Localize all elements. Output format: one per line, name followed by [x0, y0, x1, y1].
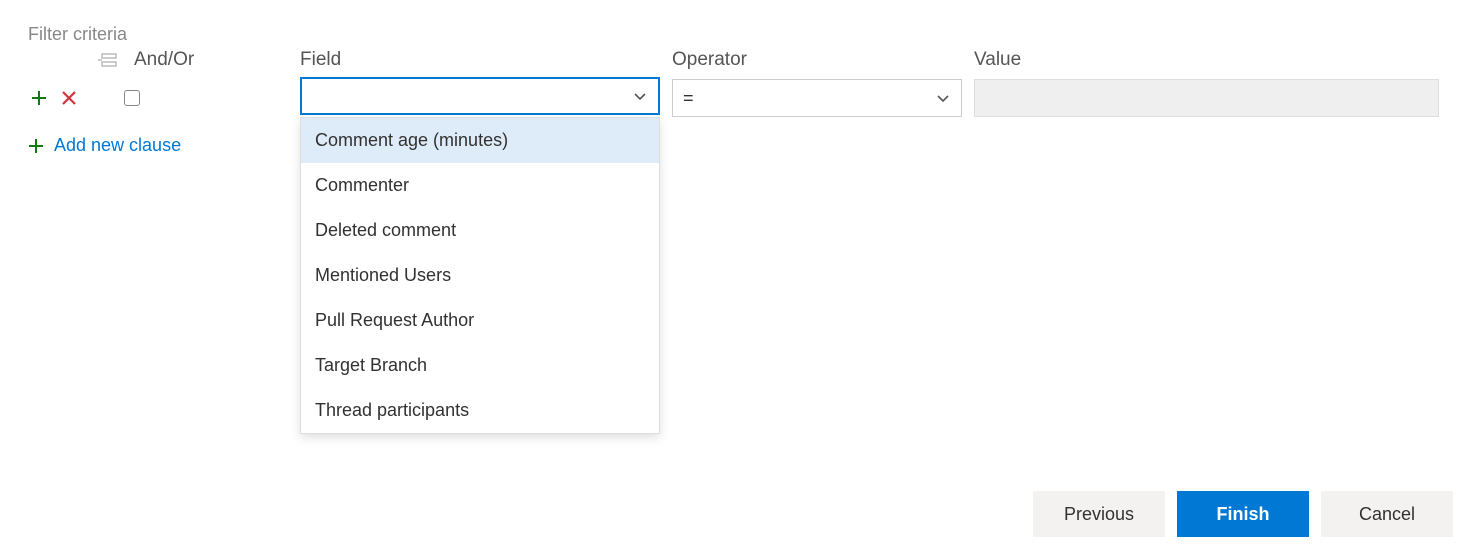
- field-option[interactable]: Deleted comment: [301, 208, 659, 253]
- field-option[interactable]: Thread participants: [301, 388, 659, 433]
- cancel-button[interactable]: Cancel: [1321, 491, 1453, 537]
- insert-row-icon: [96, 52, 120, 68]
- previous-button[interactable]: Previous: [1033, 491, 1165, 537]
- operator-combobox[interactable]: =: [672, 79, 962, 117]
- col-header-operator: Operator: [672, 49, 962, 77]
- chevron-down-icon: [935, 90, 951, 106]
- add-new-clause-link[interactable]: Add new clause: [28, 135, 181, 156]
- criteria-grid: And/Or Field Operator Value: [28, 49, 1439, 119]
- col-header-andor-label: And/Or: [134, 49, 194, 71]
- operator-combobox-value: =: [683, 88, 694, 109]
- field-combobox[interactable]: [300, 77, 660, 115]
- field-option[interactable]: Target Branch: [301, 343, 659, 388]
- value-input[interactable]: [974, 79, 1439, 117]
- col-header-value: Value: [974, 49, 1439, 77]
- plus-icon: [28, 138, 44, 154]
- field-option[interactable]: Pull Request Author: [301, 298, 659, 343]
- field-option[interactable]: Commenter: [301, 163, 659, 208]
- field-dropdown[interactable]: Comment age (minutes)CommenterDeleted co…: [300, 117, 660, 434]
- finish-button[interactable]: Finish: [1177, 491, 1309, 537]
- filter-criteria-panel: Filter criteria And/Or Field Operator Va…: [0, 0, 1467, 549]
- clause-action-buttons: [28, 87, 80, 109]
- field-cell: Comment age (minutes)CommenterDeleted co…: [300, 77, 660, 119]
- operator-cell: =: [672, 77, 962, 119]
- col-header-andor: And/Or: [28, 49, 288, 77]
- group-checkbox[interactable]: [124, 90, 140, 106]
- col-header-field: Field: [300, 49, 660, 77]
- field-option[interactable]: Comment age (minutes): [301, 118, 659, 163]
- chevron-down-icon: [632, 88, 648, 104]
- field-option[interactable]: Mentioned Users: [301, 253, 659, 298]
- wizard-footer: Previous Finish Cancel: [1033, 491, 1453, 537]
- clause-actions-cell: [28, 77, 288, 119]
- value-cell: [974, 77, 1439, 119]
- remove-clause-icon[interactable]: [58, 87, 80, 109]
- panel-title: Filter criteria: [28, 24, 1439, 45]
- add-new-clause-label: Add new clause: [54, 135, 181, 156]
- add-clause-icon[interactable]: [28, 87, 50, 109]
